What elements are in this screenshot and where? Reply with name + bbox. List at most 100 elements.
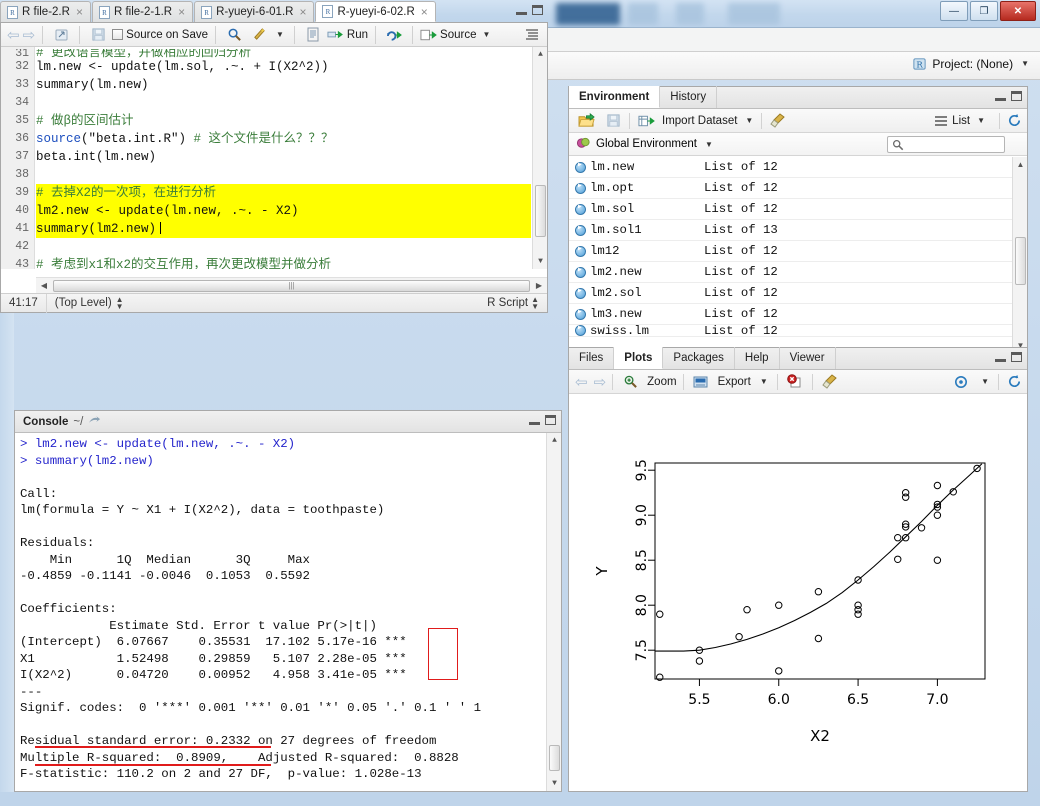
import-dataset-icon[interactable] xyxy=(635,111,657,131)
close-tab-icon[interactable]: × xyxy=(299,5,306,19)
global-environment-caret[interactable]: ▼ xyxy=(702,140,716,149)
refresh-icon[interactable] xyxy=(1005,372,1027,392)
code-tools-dropdown-caret[interactable]: ▼ xyxy=(273,30,287,39)
environment-row[interactable]: lm2.new List of 12 xyxy=(569,262,1027,283)
expand-object-icon[interactable] xyxy=(575,183,586,194)
minimize-pane-icon[interactable] xyxy=(529,422,540,425)
save-icon[interactable] xyxy=(87,25,109,45)
maximize-pane-icon[interactable] xyxy=(532,5,543,15)
environment-row[interactable]: lm2.sol List of 12 xyxy=(569,283,1027,304)
hscroll-thumb[interactable]: ||| xyxy=(53,280,530,292)
clear-all-plots-icon[interactable] xyxy=(819,372,841,392)
tab-history[interactable]: History xyxy=(660,86,717,108)
find-replace-icon[interactable] xyxy=(223,25,245,45)
hscroll-left-arrow[interactable]: ◀ xyxy=(36,281,52,290)
console-scroll-down-arrow[interactable]: ▼ xyxy=(547,776,561,791)
hscroll-right-arrow[interactable]: ▶ xyxy=(531,281,547,290)
maximize-pane-icon[interactable] xyxy=(545,415,556,425)
scroll-down-arrow[interactable]: ▼ xyxy=(533,254,547,269)
expand-object-icon[interactable] xyxy=(575,225,586,236)
tab-plots[interactable]: Plots xyxy=(614,347,663,369)
environment-row[interactable]: swiss.lm List of 12 xyxy=(569,325,1027,337)
expand-object-icon[interactable] xyxy=(575,288,586,299)
env-scroll-thumb[interactable] xyxy=(1015,237,1026,285)
source-tab-r-file-2[interactable]: R R file-2.R × xyxy=(0,1,91,22)
re-run-icon[interactable] xyxy=(383,25,405,45)
tab-viewer[interactable]: Viewer xyxy=(780,347,836,369)
compile-report-icon[interactable] xyxy=(302,25,324,45)
publish-dropdown-caret[interactable]: ▼ xyxy=(978,377,992,386)
list-view-selector[interactable]: List ▼ xyxy=(934,115,994,127)
forward-arrow-icon[interactable]: ⇨ xyxy=(23,26,36,44)
refresh-icon[interactable] xyxy=(1005,111,1027,131)
close-tab-icon[interactable]: × xyxy=(421,5,428,19)
export-dropdown-caret[interactable]: ▼ xyxy=(757,377,771,386)
close-tab-icon[interactable]: × xyxy=(76,5,83,19)
tab-packages[interactable]: Packages xyxy=(663,347,735,369)
editor-vertical-scrollbar[interactable]: ▲ ▼ xyxy=(532,47,547,269)
next-plot-icon[interactable]: ⇨ xyxy=(594,373,607,391)
editor-scroll-thumb[interactable] xyxy=(535,185,546,237)
list-dropdown-caret[interactable]: ▼ xyxy=(974,116,988,125)
project-selector[interactable]: R Project: (None) ▼ xyxy=(912,56,1032,71)
source-on-save-checkbox[interactable] xyxy=(112,29,123,40)
zoom-label[interactable]: Zoom xyxy=(647,376,676,388)
editor-horizontal-scrollbar[interactable]: ◀ ||| ▶ xyxy=(36,277,547,293)
minimize-button[interactable]: — xyxy=(940,1,968,21)
console-scroll-up-arrow[interactable]: ▲ xyxy=(547,433,561,448)
source-tab-r-yueyi-6-02[interactable]: R R-yueyi-6-02.R × xyxy=(315,1,435,22)
environment-row[interactable]: lm3.new List of 12 xyxy=(569,304,1027,325)
zoom-plot-icon[interactable] xyxy=(619,372,641,392)
console-output[interactable]: > lm2.new <- update(lm.new, .~. - X2) > … xyxy=(15,433,561,791)
document-outline-icon[interactable] xyxy=(521,25,543,45)
project-dropdown-caret[interactable]: ▼ xyxy=(1018,59,1032,68)
maximize-pane-icon[interactable] xyxy=(1011,352,1022,362)
previous-plot-icon[interactable]: ⇦ xyxy=(575,373,588,391)
maximize-pane-icon[interactable] xyxy=(1011,91,1022,101)
close-tab-icon[interactable]: × xyxy=(178,5,185,19)
minimize-pane-icon[interactable] xyxy=(516,12,527,15)
environment-object-list[interactable]: lm.new List of 12 lm.opt List of 12 lm.s… xyxy=(569,157,1027,353)
environment-row[interactable]: lm12 List of 12 xyxy=(569,241,1027,262)
expand-object-icon[interactable] xyxy=(575,309,586,320)
tab-environment[interactable]: Environment xyxy=(569,86,660,108)
back-arrow-icon[interactable]: ⇦ xyxy=(7,26,20,44)
expand-object-icon[interactable] xyxy=(575,246,586,257)
environment-row[interactable]: lm.new List of 12 xyxy=(569,157,1027,178)
minimize-pane-icon[interactable] xyxy=(995,98,1006,101)
environment-row[interactable]: lm.sol1 List of 13 xyxy=(569,220,1027,241)
minimize-pane-icon[interactable] xyxy=(995,359,1006,362)
source-button[interactable]: Source xyxy=(420,28,476,42)
file-type-selector[interactable]: R Script ▲▼ xyxy=(487,296,547,310)
export-label[interactable]: Export xyxy=(718,376,751,388)
scope-selector[interactable]: (Top Level) ▲▼ xyxy=(47,294,132,313)
code-editor-area[interactable]: 31 32 33 34 35 36 37 38 39 40 41 42 43 4… xyxy=(1,47,547,269)
console-vertical-scrollbar[interactable]: ▲ ▼ xyxy=(546,433,561,791)
maximize-button[interactable]: ❐ xyxy=(970,1,998,21)
save-icon[interactable] xyxy=(602,111,624,131)
console-popout-icon[interactable] xyxy=(88,414,101,429)
expand-object-icon[interactable] xyxy=(575,204,586,215)
expand-object-icon[interactable] xyxy=(575,325,586,336)
global-environment-label[interactable]: Global Environment xyxy=(596,138,697,150)
console-scroll-thumb[interactable] xyxy=(549,745,560,771)
env-scroll-up-arrow[interactable]: ▲ xyxy=(1013,157,1027,172)
import-dataset-label[interactable]: Import Dataset xyxy=(662,115,737,127)
environment-row[interactable]: lm.opt List of 12 xyxy=(569,178,1027,199)
expand-object-icon[interactable] xyxy=(575,162,586,173)
export-icon[interactable] xyxy=(690,372,712,392)
import-dataset-caret[interactable]: ▼ xyxy=(742,116,756,125)
show-in-new-window-icon[interactable] xyxy=(50,25,72,45)
clear-objects-icon[interactable] xyxy=(767,111,789,131)
remove-plot-icon[interactable] xyxy=(784,372,806,392)
source-dropdown-caret[interactable]: ▼ xyxy=(479,30,493,39)
run-button[interactable]: Run xyxy=(327,28,368,42)
source-tab-r-file-2-1[interactable]: R R file-2-1.R × xyxy=(92,1,193,22)
open-folder-icon[interactable] xyxy=(575,111,597,131)
expand-object-icon[interactable] xyxy=(575,267,586,278)
plot-canvas[interactable]: 7.58.08.59.09.55.56.06.57.0X2Y xyxy=(569,394,1027,791)
environment-search-input[interactable] xyxy=(887,136,1005,153)
close-button[interactable]: ✕ xyxy=(1000,1,1036,21)
tab-help[interactable]: Help xyxy=(735,347,780,369)
code-tools-icon[interactable] xyxy=(248,25,270,45)
